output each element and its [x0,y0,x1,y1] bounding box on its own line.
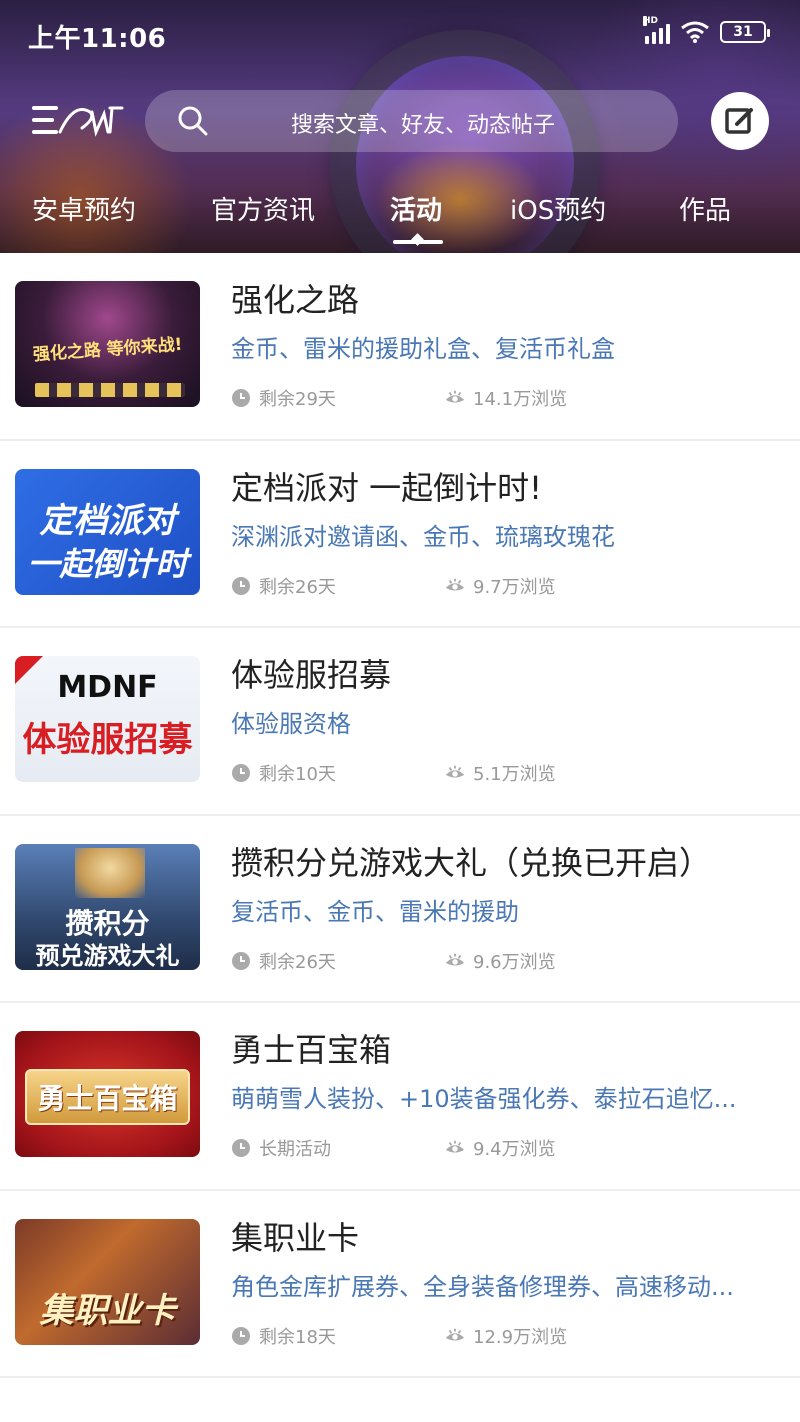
event-rewards: 金币、雷米的援助礼盒、复活币礼盒 [231,335,615,363]
views-text: 9.4万浏览 [473,1139,556,1160]
wifi-icon [681,21,709,43]
search-icon [178,106,208,136]
event-title: 强化之路 [231,281,360,319]
remaining-text: 剩余18天 [259,1326,336,1348]
remaining-time: 剩余18天 [231,1323,336,1349]
remaining-text: 长期活动 [259,1139,331,1160]
thumbnail-text: 强化之路 等你来战! [32,334,184,366]
remaining-time: 长期活动 [231,1135,331,1161]
view-count: 9.4万浏览 [445,1135,556,1161]
event-rewards: 角色金库扩展券、全身装备修理券、高速移动... [231,1272,734,1301]
view-count: 9.7万浏览 [445,573,556,599]
tab-works[interactable]: 作品 [679,190,731,227]
event-thumbnail: 攒积分 预兑游戏大礼 [15,843,200,970]
event-rewards: 复活币、金币、雷米的援助 [231,897,519,926]
edit-icon [725,108,753,134]
compose-button[interactable] [711,92,769,150]
event-thumbnail: 定档派对 一起倒计时 [15,468,200,595]
thumbnail-text-2: 预兑游戏大礼 [35,941,180,970]
tab-official-news[interactable]: 官方资讯 [211,190,315,227]
eye-icon [445,765,465,778]
thumbnail-text: 勇士百宝箱 [37,1082,178,1115]
eye-icon [445,1140,465,1153]
thumbnail-text: 集职业卡 [39,1290,176,1331]
event-thumbnail: 勇士百宝箱 [15,1031,200,1157]
clock-icon [232,1326,250,1345]
battery-icon: 31 [720,21,770,43]
clock-icon [232,389,250,407]
clock-icon [232,576,250,595]
tab-bar: 安卓预约 官方资讯 活动 iOS预约 作品 [0,190,800,250]
event-title: 勇士百宝箱 [231,1031,392,1069]
status-time: 上午11:06 [28,24,167,54]
thumbnail-text-1: 定档派对 [39,500,176,541]
event-title: 体验服招募 [231,656,392,694]
views-text: 9.7万浏览 [473,576,556,598]
tab-ios-reserve[interactable]: iOS预约 [510,190,606,227]
tab-events[interactable]: 活动 [390,190,442,227]
active-tab-indicator [393,240,443,244]
thumbnail-text-2: 体验服招募 [22,720,193,760]
remaining-text: 剩余29天 [259,389,336,410]
eye-icon [445,578,465,591]
clock-icon [232,951,250,970]
remaining-text: 剩余10天 [259,764,336,785]
view-count: 14.1万浏览 [445,385,567,411]
views-text: 5.1万浏览 [473,764,556,785]
eye-icon [445,953,465,966]
search-placeholder: 搜索文章、好友、动态帖子 [291,113,556,138]
app-logo[interactable] [30,98,126,142]
network-type-label: HD [643,16,659,26]
event-title: 攒积分兑游戏大礼（兑换已开启） [231,843,712,882]
remaining-time: 剩余26天 [231,948,336,974]
event-thumbnail: 强化之路 等你来战! [15,281,200,407]
event-rewards: 萌萌雪人装扮、+10装备强化券、泰拉石追忆... [231,1085,737,1113]
list-item[interactable]: 强化之路 等你来战! 强化之路 金币、雷米的援助礼盒、复活币礼盒 剩余29天 1… [0,253,800,441]
header-banner: 上午11:06 HD 31 搜索文章、好友、动态帖子 安卓预约 官方资讯 活动 … [0,0,800,253]
remaining-time: 剩余26天 [231,573,336,599]
thumbnail-text-2: 一起倒计时 [27,544,188,583]
eye-icon [445,390,465,403]
view-count: 5.1万浏览 [445,760,556,786]
remaining-time: 剩余10天 [231,760,336,786]
eye-icon [445,1328,465,1341]
remaining-text: 剩余26天 [259,951,336,973]
event-rewards: 体验服资格 [231,710,351,738]
views-text: 12.9万浏览 [473,1326,568,1348]
list-item[interactable]: 勇士百宝箱 勇士百宝箱 萌萌雪人装扮、+10装备强化券、泰拉石追忆... 长期活… [0,1003,800,1191]
event-thumbnail: 集职业卡 [15,1218,200,1345]
view-count: 12.9万浏览 [445,1323,567,1349]
view-count: 9.6万浏览 [445,948,556,974]
list-item[interactable]: 集职业卡 集职业卡 角色金库扩展券、全身装备修理券、高速移动... 剩余18天 … [0,1191,800,1378]
tab-android-reserve[interactable]: 安卓预约 [32,190,136,227]
event-list: 强化之路 等你来战! 强化之路 金币、雷米的援助礼盒、复活币礼盒 剩余29天 1… [0,253,800,1378]
remaining-time: 剩余29天 [231,385,336,411]
event-title: 集职业卡 [231,1218,360,1257]
battery-level: 31 [733,24,753,40]
clock-icon [232,1139,250,1157]
event-rewards: 深渊派对邀请函、金币、琉璃玫瑰花 [231,522,615,551]
list-item[interactable]: MDNF 体验服招募 体验服招募 体验服资格 剩余10天 5.1万浏览 [0,628,800,816]
list-item[interactable]: 攒积分 预兑游戏大礼 攒积分兑游戏大礼（兑换已开启） 复活币、金币、雷米的援助 … [0,816,800,1003]
event-title: 定档派对 一起倒计时! [231,468,543,507]
search-bar[interactable]: 搜索文章、好友、动态帖子 [145,90,678,152]
thumbnail-text-1: MDNF [57,670,158,705]
remaining-text: 剩余26天 [259,576,336,598]
views-text: 9.6万浏览 [473,951,556,973]
event-thumbnail: MDNF 体验服招募 [15,656,200,782]
status-icons: HD 31 [643,16,770,44]
views-text: 14.1万浏览 [473,389,568,410]
signal-icon: HD [643,16,670,44]
clock-icon [232,764,250,782]
list-item[interactable]: 定档派对 一起倒计时 定档派对 一起倒计时! 深渊派对邀请函、金币、琉璃玫瑰花 … [0,441,800,628]
